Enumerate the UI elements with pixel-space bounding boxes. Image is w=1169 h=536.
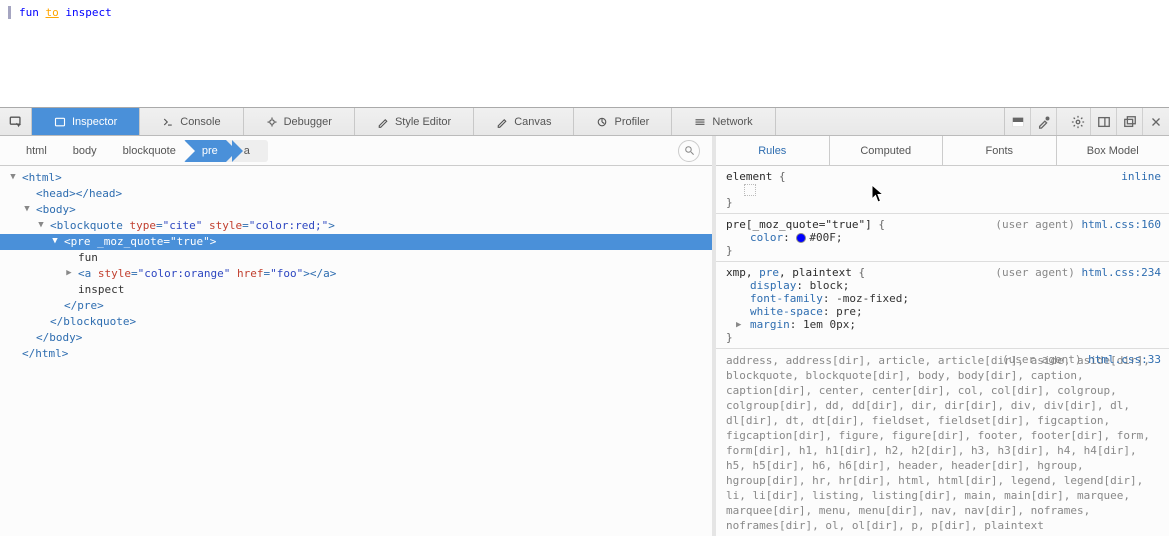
node-pre-close[interactable]: </pre> xyxy=(50,298,704,314)
crumb-blockquote[interactable]: blockquote xyxy=(105,140,190,162)
crumb-html[interactable]: html xyxy=(8,140,61,162)
tab-network[interactable]: Network xyxy=(672,108,775,135)
add-declaration-button[interactable] xyxy=(744,184,756,196)
style-editor-icon xyxy=(377,116,389,128)
text-inspect: inspect xyxy=(65,6,111,19)
rules-tab-computed[interactable]: Computed xyxy=(830,136,944,165)
tab-canvas[interactable]: Canvas xyxy=(474,108,574,135)
node-a[interactable]: <a style="color:orange" href="foo"></a> xyxy=(64,266,704,282)
twisty-icon[interactable] xyxy=(64,268,74,278)
rule-source-link[interactable]: html.css:234 xyxy=(1082,266,1161,279)
rules-tab-boxmodel[interactable]: Box Model xyxy=(1057,136,1169,165)
page-content: fun to inspect xyxy=(0,0,1169,108)
pick-element-icon xyxy=(9,115,23,129)
rule-source-link[interactable]: html.css:160 xyxy=(1082,218,1161,231)
canvas-icon xyxy=(496,116,508,128)
color-swatch[interactable] xyxy=(796,233,806,243)
devtools: Inspector Console Debugger Style Editor … xyxy=(0,108,1169,536)
tab-inspector-label: Inspector xyxy=(72,116,117,128)
node-blockquote[interactable]: <blockquote type="cite" style="color:red… xyxy=(36,218,704,314)
rules-body[interactable]: inline element { } (user agent) html.css… xyxy=(716,166,1169,536)
pre-line: fun to inspect xyxy=(8,6,1161,19)
rules-tab-rules[interactable]: Rules xyxy=(716,136,830,165)
rule-pre-mozquote[interactable]: (user agent) html.css:160 pre[_moz_quote… xyxy=(716,214,1169,262)
decl-font-family[interactable]: font-family: -moz-fixed; xyxy=(726,292,1161,305)
pick-element-button[interactable] xyxy=(0,108,32,135)
tab-debugger[interactable]: Debugger xyxy=(244,108,355,135)
text-fun: fun xyxy=(19,6,39,19)
decl-white-space[interactable]: white-space: pre; xyxy=(726,305,1161,318)
twisty-icon[interactable] xyxy=(36,220,46,230)
tab-debugger-label: Debugger xyxy=(284,116,332,128)
dock-side-button[interactable] xyxy=(1091,108,1117,135)
tab-console[interactable]: Console xyxy=(140,108,243,135)
textnode-fun[interactable]: fun xyxy=(64,250,704,266)
rule-source-link[interactable]: inline xyxy=(1121,170,1161,183)
eyedropper-button[interactable] xyxy=(1031,108,1057,135)
console-icon xyxy=(162,116,174,128)
node-body[interactable]: <body> <blockquote type="cite" style="co… xyxy=(22,202,704,330)
tab-network-label: Network xyxy=(712,116,752,128)
twisty-icon[interactable] xyxy=(22,204,32,214)
inspector-icon xyxy=(54,116,66,128)
rule-block-elements[interactable]: (user agent) html.css:33 address, addres… xyxy=(716,349,1169,536)
close-devtools-button[interactable] xyxy=(1143,108,1169,135)
node-body-close[interactable]: </body> xyxy=(22,330,704,346)
rule-source-link[interactable]: html.css:33 xyxy=(1088,353,1161,366)
twisty-icon[interactable] xyxy=(50,236,60,246)
settings-button[interactable] xyxy=(1065,108,1091,135)
profiler-icon xyxy=(596,116,608,128)
tab-style-editor-label: Style Editor xyxy=(395,116,451,128)
devtools-toolbar: Inspector Console Debugger Style Editor … xyxy=(0,108,1169,136)
crumb-pre[interactable]: pre xyxy=(184,140,232,162)
node-blockquote-close[interactable]: </blockquote> xyxy=(36,314,704,330)
network-icon xyxy=(694,116,706,128)
rules-tab-fonts[interactable]: Fonts xyxy=(943,136,1057,165)
markup-search-button[interactable] xyxy=(678,140,700,162)
tab-profiler-label: Profiler xyxy=(614,116,649,128)
search-icon xyxy=(684,145,695,156)
toolbar-right xyxy=(1005,108,1169,135)
tab-inspector[interactable]: Inspector xyxy=(32,108,140,135)
link-to[interactable]: to xyxy=(46,6,59,19)
node-head[interactable]: <head></head> xyxy=(22,186,704,202)
twisty-icon[interactable] xyxy=(8,172,18,182)
markup-tree[interactable]: <html> <head></head> <body> <b xyxy=(0,166,712,536)
twisty-icon[interactable]: ▶ xyxy=(736,320,741,330)
tab-console-label: Console xyxy=(180,116,220,128)
tab-style-editor[interactable]: Style Editor xyxy=(355,108,474,135)
rule-xmp-pre-plaintext[interactable]: (user agent) html.css:234 xmp, pre, plai… xyxy=(716,262,1169,349)
rule-selector: address, address[dir], article, article[… xyxy=(726,353,1161,533)
rule-element[interactable]: inline element { } xyxy=(716,166,1169,214)
split-console-button[interactable] xyxy=(1005,108,1031,135)
crumb-body[interactable]: body xyxy=(55,140,111,162)
undock-button[interactable] xyxy=(1117,108,1143,135)
node-pre[interactable]: <pre _moz_quote="true"> fun xyxy=(50,234,704,298)
node-html-close[interactable]: </html> xyxy=(8,346,704,362)
decl-margin[interactable]: ▶margin: 1em 0px; xyxy=(726,318,1161,331)
node-html[interactable]: <html> <head></head> <body> <b xyxy=(8,170,704,346)
tab-canvas-label: Canvas xyxy=(514,116,551,128)
rules-tabs: Rules Computed Fonts Box Model xyxy=(716,136,1169,166)
debugger-icon xyxy=(266,116,278,128)
decl-color[interactable]: color: #00F; xyxy=(726,231,1161,244)
tab-profiler[interactable]: Profiler xyxy=(574,108,672,135)
breadcrumbs-bar: html body blockquote pre a xyxy=(0,136,712,166)
textnode-inspect[interactable]: inspect xyxy=(64,282,704,298)
decl-display[interactable]: display: block; xyxy=(726,279,1161,292)
